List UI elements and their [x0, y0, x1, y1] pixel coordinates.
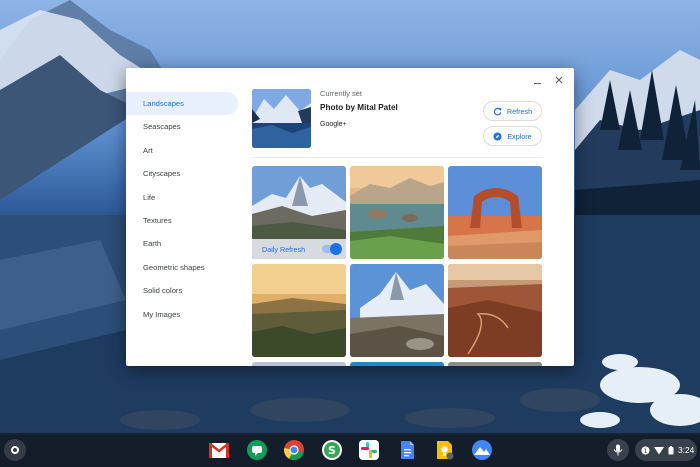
explore-label: Explore — [507, 131, 532, 141]
notification-icon: 1 — [641, 445, 650, 454]
wallpaper-app-icon — [472, 440, 492, 460]
chrome-app[interactable] — [282, 438, 306, 462]
minimize-button[interactable] — [528, 72, 546, 88]
divider — [252, 157, 543, 158]
toggle-knob — [330, 243, 342, 255]
wallpaper-tile-partial-gray[interactable] — [448, 362, 542, 366]
svg-text:S: S — [328, 444, 336, 457]
category-sidebar: Landscapes Seascapes Art Cityscapes Life… — [126, 92, 242, 326]
category-art[interactable]: Art — [126, 139, 242, 162]
wallpaper-tile-rocky-pond[interactable] — [350, 166, 444, 259]
daily-refresh-toggle[interactable] — [322, 243, 342, 255]
explore-icon — [493, 131, 502, 141]
daily-refresh-label: Daily Refresh — [262, 244, 306, 254]
refresh-icon — [493, 107, 502, 116]
slack-icon — [359, 440, 379, 460]
wifi-icon — [654, 446, 664, 454]
category-textures[interactable]: Textures — [126, 209, 242, 232]
docs-app[interactable] — [395, 438, 419, 462]
wallpaper-app[interactable] — [470, 438, 494, 462]
slides-icon: S — [322, 440, 342, 460]
close-button[interactable] — [550, 72, 568, 88]
gmail-app[interactable] — [207, 438, 231, 462]
launcher-icon — [11, 446, 19, 454]
window-controls — [528, 72, 568, 88]
svg-text:1: 1 — [643, 447, 647, 454]
gmail-icon — [209, 443, 229, 458]
current-wallpaper-author[interactable]: Google+ — [320, 121, 347, 128]
current-wallpaper-section: Currently set Photo by Mital Patel Googl… — [252, 89, 560, 157]
category-seascapes[interactable]: Seascapes — [126, 115, 242, 138]
status-tray[interactable]: 1 3:24 — [635, 439, 697, 461]
wallpaper-tile-partial-light[interactable] — [252, 362, 346, 366]
wallpaper-tile-canyon[interactable] — [448, 264, 542, 357]
wallpaper-tile-mountain-snow[interactable]: Daily Refresh — [252, 166, 346, 259]
wallpaper-tile-arch[interactable] — [448, 166, 542, 259]
category-my-images[interactable]: My Images — [126, 303, 242, 326]
hangouts-icon — [247, 440, 267, 460]
wallpaper-tile-partial-blue[interactable] — [350, 362, 444, 366]
assistant-mic-button[interactable] — [607, 439, 629, 461]
daily-refresh-bar: Daily Refresh — [252, 239, 346, 259]
category-cityscapes[interactable]: Cityscapes — [126, 162, 242, 185]
shelf: S 1 3:24 — [0, 433, 700, 467]
battery-icon — [668, 445, 674, 454]
category-solid-colors[interactable]: Solid colors — [126, 279, 242, 302]
keep-icon — [437, 441, 454, 460]
wallpaper-tile-mountain-rocks[interactable] — [350, 264, 444, 357]
category-landscapes[interactable]: Landscapes — [126, 92, 238, 116]
explore-button[interactable]: Explore — [483, 126, 542, 146]
slides-app[interactable]: S — [320, 438, 344, 462]
currently-set-label: Currently set — [320, 89, 362, 98]
docs-icon — [401, 441, 414, 459]
refresh-button[interactable]: Refresh — [483, 101, 542, 121]
category-life[interactable]: Life — [126, 186, 242, 209]
refresh-label: Refresh — [506, 106, 533, 116]
category-earth[interactable]: Earth — [126, 232, 242, 255]
current-wallpaper-title: Photo by Mital Patel — [320, 103, 398, 112]
close-icon — [555, 76, 563, 84]
current-wallpaper-thumbnail — [252, 89, 311, 148]
category-geometric-shapes[interactable]: Geometric shapes — [126, 256, 242, 279]
keep-app[interactable] — [432, 438, 456, 462]
clock: 3:24 — [678, 445, 695, 455]
wallpaper-tile-cliffs-sunset[interactable] — [252, 264, 346, 357]
minimize-icon — [533, 82, 541, 84]
wallpaper-picker-dialog: Landscapes Seascapes Art Cityscapes Life… — [126, 68, 574, 366]
mic-icon — [613, 444, 623, 456]
slack-app[interactable] — [357, 438, 381, 462]
launcher-button[interactable] — [4, 439, 26, 461]
hangouts-app[interactable] — [245, 438, 269, 462]
chrome-icon — [284, 440, 304, 461]
